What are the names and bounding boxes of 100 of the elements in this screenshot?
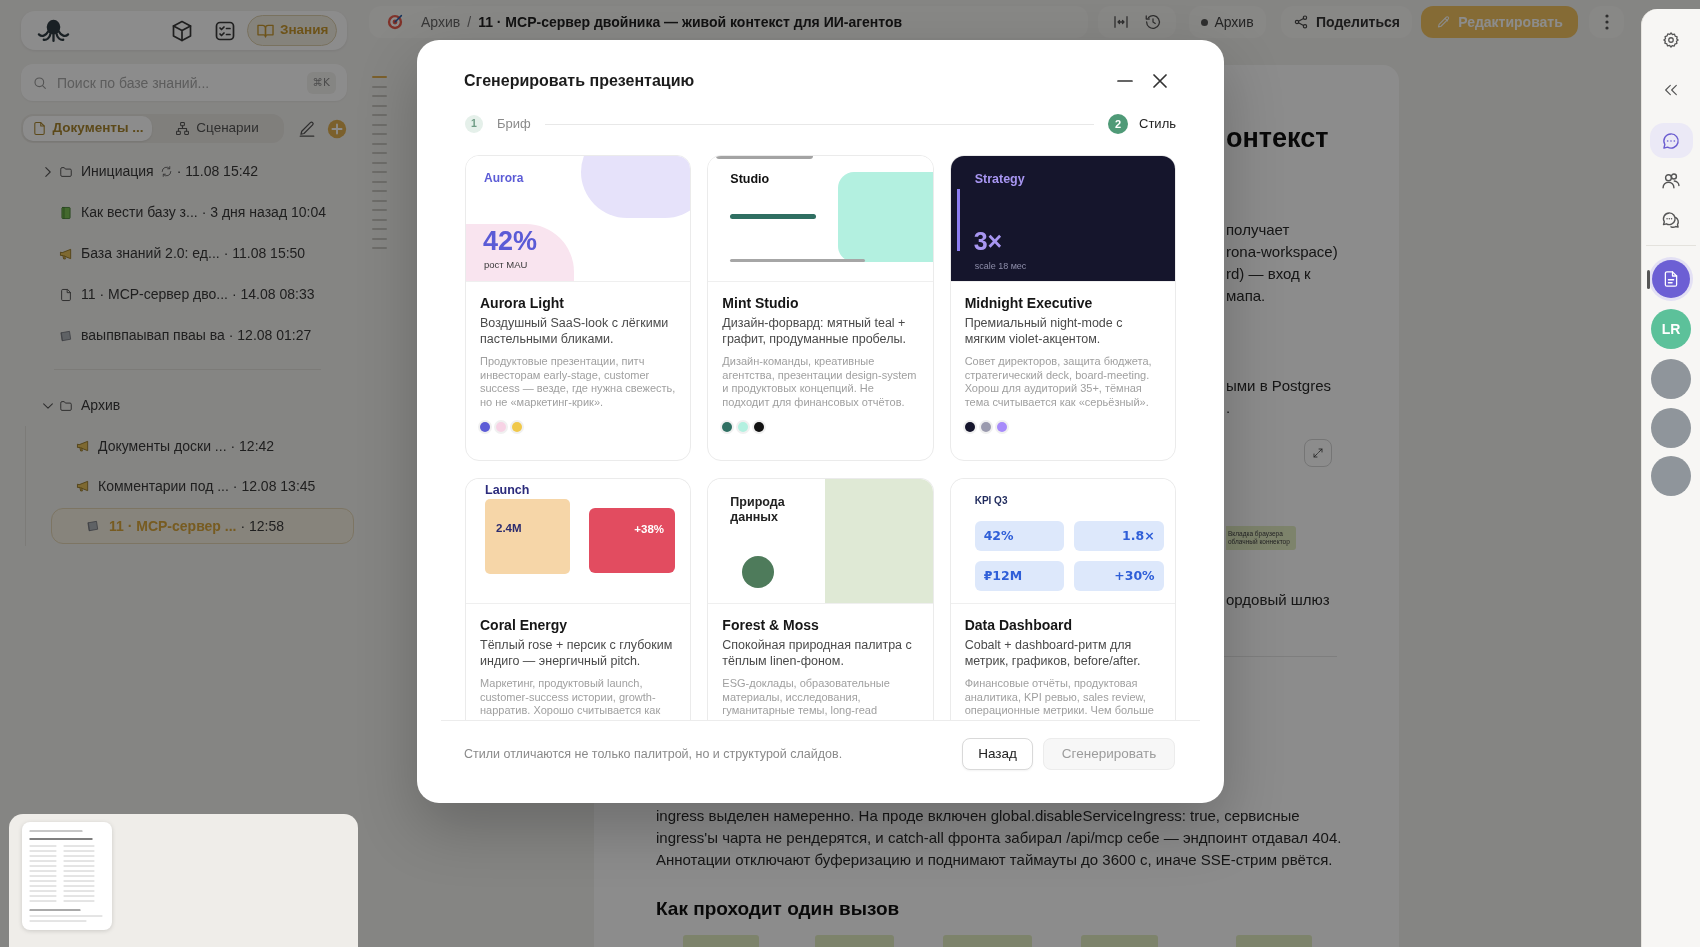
step-label: Бриф [497, 115, 531, 134]
style-card[interactable] [949, 155, 1176, 461]
dialog-title: Сгенерировать презентацию [464, 71, 695, 91]
item-title[interactable]: Документы доски ... [98, 435, 227, 457]
style-name: Mint Studio [722, 294, 800, 312]
style-description: Спокойная природная палитра с тёплым linen-фоном. [722, 637, 913, 669]
style-description: Воздушный SaaS-look с лёгкими пастельными бликами. [480, 315, 670, 347]
slide-label: Strategy [974, 171, 1025, 187]
target-icon [386, 13, 404, 31]
megaphone-icon [59, 246, 73, 261]
paragraph-text: получает rona-workspace) rd) — вход к мапа. [1226, 220, 1338, 306]
people-icon [1661, 170, 1681, 191]
style-use-cases: ESG-доклады, образовательные материалы, исследования, гуманитарные темы, long-read [722, 677, 891, 718]
item-date: · 11.08 15:42 [176, 162, 259, 181]
history-icon[interactable] [1144, 13, 1162, 31]
metric-tile: 42% [974, 521, 1065, 551]
document-button[interactable] [1652, 260, 1690, 298]
chats-icon [1661, 209, 1681, 230]
outline-marker[interactable] [372, 76, 387, 78]
item-title[interactable]: 11 · MCP-сервер дво... [81, 284, 228, 305]
collapse-icon[interactable] [1663, 82, 1679, 98]
search-icon [32, 74, 48, 91]
page-icon [59, 287, 73, 302]
item-date: · 12.08 13:45 [232, 476, 316, 496]
style-name: Aurora Light [480, 294, 565, 312]
step-number: 1 [465, 115, 483, 133]
metric-tile: 2.4M [485, 499, 570, 574]
chevron-down-icon[interactable] [43, 402, 53, 409]
slide-label: KPI Q3 [974, 494, 1008, 507]
megaphone-icon [76, 439, 90, 453]
item-date: · 3 дня назад 10:04 [201, 203, 326, 222]
style-card[interactable]: Природа данных Forest & Moss Спокойная природная палитра с тёплым linen-фоном. ESG-доклады, образовательные материалы, исследования, гуманитарные темы, long-read [707, 478, 934, 720]
columns-icon[interactable] [1112, 13, 1130, 31]
item-date: · 14.08 08:33 [231, 285, 315, 304]
item-title[interactable]: Архив [81, 395, 121, 416]
sidebar-tab[interactable]: Сценарии [152, 116, 282, 141]
breadcrumb-current: 11 · MCP-сервер двойника — живой контекст для ИИ-агентов [478, 12, 903, 32]
style-use-cases: Финансовые отчёты, продуктовая аналитика, KPI ревью, sales review, операционные метрики. Чем больше [964, 677, 1155, 718]
style-name: Coral Energy [480, 616, 569, 634]
minimize-icon[interactable] [1117, 80, 1133, 82]
breadcrumb-separator: / [467, 12, 472, 32]
expand-button[interactable] [1304, 439, 1332, 467]
metric-value: 42% [483, 226, 538, 256]
document-title: онтекст [1226, 122, 1329, 154]
folder-icon [59, 398, 73, 413]
breadcrumb-link[interactable]: Архив [421, 11, 461, 33]
avatar-photo[interactable] [1651, 456, 1691, 496]
back-button[interactable]: Назад [962, 738, 1033, 770]
paragraph-text: ыми в Postgres . [1226, 376, 1331, 418]
item-title[interactable]: Как вести базу з... [81, 202, 198, 223]
add-icon[interactable] [327, 118, 347, 139]
item-date: · 12:58 [240, 516, 285, 536]
chevron-right-icon[interactable] [45, 166, 51, 177]
share-icon [1293, 14, 1309, 30]
metric-tile: 1.8× [1074, 521, 1164, 551]
section-heading: Как проходит один вызов [656, 897, 900, 921]
accent-bar [956, 189, 960, 251]
style-card[interactable]: KPI Q3 42% 1.8× ₽12M +30% Data Dashboard Cobalt + dashboard-ритм для метрик, графиков, before/after. Финансовые отчёты, продуктовая аналитика, KPI ревью, sales review, операционные метрики. Чем больше [949, 478, 1176, 720]
footer-note: Стили отличаются не только палитрой, но и структурой слайдов. [464, 745, 843, 763]
metric-tile: +30% [1074, 561, 1164, 591]
octopus-icon[interactable] [36, 18, 71, 43]
item-date: · 11.08 15:50 [223, 244, 306, 263]
book-icon [59, 205, 73, 220]
style-use-cases: Маркетинг, продуктовый launch, customer-success истории, growth-нарратив. Хорошо считывается как [480, 677, 662, 718]
item-title[interactable]: ваыпвпаывап пваы ва [81, 325, 225, 346]
style-description: Дизайн-форвард: мятный teal + графит, продуманные пробелы. [722, 315, 907, 347]
step-label: Стиль [1139, 115, 1176, 134]
page-icon [1662, 270, 1680, 288]
page-thumbnail-drawing[interactable] [22, 822, 112, 930]
more-icon [1604, 14, 1609, 30]
style-use-cases: Совет директоров, защита бюджета, стратегический deck, board-meeting. Хорош для аудиторий 35+, тёмная тема считывается как «серьёзный». [964, 355, 1153, 409]
metric-value: 3× [973, 227, 1003, 255]
style-card[interactable]: Launch 2.4M +38% Coral Energy Тёплый rose + персик с глубоким индиго — энергичный pitch. Маркетинг, продуктовый launch, customer-success истории, growth-нарратив. Хорошо считывается как [465, 478, 692, 720]
cube-icon[interactable] [170, 18, 194, 43]
item-title[interactable]: Инициация [81, 161, 154, 182]
pencil-icon[interactable] [298, 119, 316, 138]
avatar-photo[interactable] [1651, 359, 1691, 399]
metric-caption: scale 18 мес [974, 260, 1027, 272]
paragraph-text: ingress выделен намеренно. На проде включен global.disableServiceIngress: true, сервисные ingress'ы чарта не рендерятся, и catch-all фронта забирал /api/mcp себе — эндпоинт отдавал 404. Аннотации отключают буферизацию и поднимают таймауты до 3600 с, иначе SSE-стрим рвётся. [656, 806, 1342, 870]
style-description: Премиальный night-mode с мягким violet-акцентом. [964, 315, 1124, 347]
item-title[interactable]: База знаний 2.0: ед... [81, 243, 220, 264]
style-use-cases: Дизайн-команды, креативные агентства, презентации design-system и продуктовых концепций. Не подходит для финансовых отчётов. [722, 355, 918, 409]
slide-label: Launch [485, 482, 530, 498]
close-icon[interactable] [1153, 74, 1167, 88]
settings-icon[interactable] [1662, 31, 1680, 49]
page-icon [31, 121, 47, 136]
metric-tile: +38% [589, 508, 675, 573]
tree-item[interactable]: 11 · MCP-сервер ... · 12:58 [51, 508, 354, 544]
sidebar-tab[interactable]: Документы ... [23, 116, 152, 141]
status-dot-icon [1201, 18, 1209, 26]
style-use-cases: Продуктовые презентации, питч инвесторам early-stage, customer success — везде, где нужна свежесть, но не «маркетинг-крик». [480, 355, 677, 409]
paragraph-text: ордовый шлюз [1226, 590, 1330, 610]
folder-icon [59, 164, 73, 179]
slide-label: Aurora [484, 170, 524, 186]
expand-icon [1312, 447, 1324, 459]
item-title[interactable]: Комментарии под ... [98, 475, 229, 497]
style-name: Forest & Moss [722, 616, 820, 634]
avatar-photo[interactable] [1651, 408, 1691, 448]
chat-button[interactable] [1649, 123, 1693, 158]
megaphone-icon [76, 479, 90, 493]
